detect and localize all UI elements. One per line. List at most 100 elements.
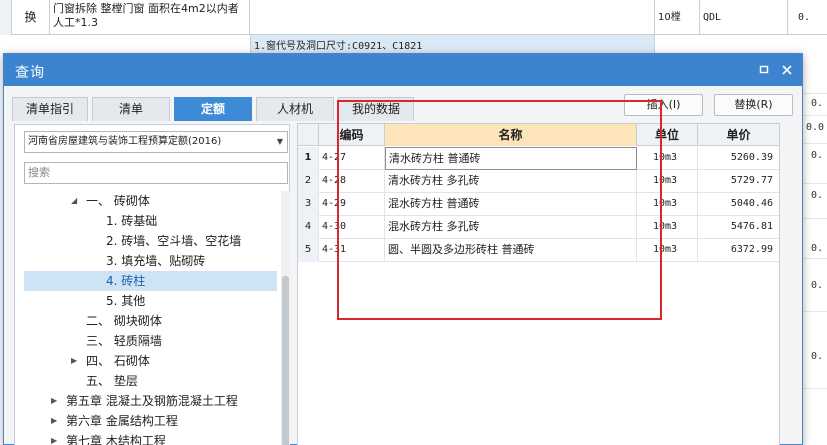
bg-value: 0. [811, 280, 824, 291]
name-cell[interactable]: 混水砖方柱 普通砖 [385, 193, 637, 216]
tree-node-label: 第七章 木结构工程 [66, 434, 166, 445]
bg-replace-cell[interactable]: 换 [12, 0, 50, 35]
price-cell[interactable]: 6372.99 [698, 239, 779, 262]
column-header-price[interactable]: 单价 [698, 124, 779, 146]
bg-value: 0. [811, 351, 824, 362]
name-cell[interactable]: 清水砖方柱 普通砖 [385, 147, 637, 170]
bg-qty-expr-cell[interactable]: QDL [700, 0, 788, 35]
tree-node[interactable]: ▶ 第六章 金属结构工程 [24, 411, 277, 431]
bg-description-cell[interactable]: 门窗拆除 整樘门窗 面积在4m2以内者 人工*1.3 [50, 0, 250, 35]
tree-node-selected[interactable]: 4. 砖柱 [24, 271, 277, 291]
tree-node-label: 一、 砖砌体 [86, 194, 150, 208]
dialog-titlebar[interactable]: 查询 [4, 54, 802, 86]
tree-node[interactable]: ▶ 四、 石砌体 [24, 351, 277, 371]
expand-right-icon[interactable]: ▶ [51, 411, 61, 431]
bg-value: 0. [811, 150, 824, 161]
expand-right-icon[interactable]: ▶ [51, 391, 61, 411]
scrollbar-thumb[interactable] [282, 276, 289, 445]
bg-qty-cell[interactable]: 0. [788, 0, 827, 35]
column-header-code[interactable]: 编码 [319, 124, 385, 146]
bg-feature-cell-selected[interactable]: 1.窗代号及洞口尺寸:C0921、C1821 [250, 35, 655, 53]
price-cell[interactable]: 5476.81 [698, 216, 779, 239]
insert-button[interactable]: 插入(I) [624, 94, 703, 116]
bg-feature-cell[interactable] [250, 0, 655, 35]
tab-list-guide[interactable]: 清单指引 [12, 97, 88, 121]
bg-value: 0.0 [806, 122, 825, 133]
unit-cell[interactable]: 10m3 [637, 193, 698, 216]
bg-divider [803, 143, 827, 144]
unit-cell[interactable]: 10m3 [637, 170, 698, 193]
bg-table-row: 1.窗代号及洞口尺寸:C0921、C1821 [0, 35, 827, 53]
unit-cell[interactable]: 10m3 [637, 239, 698, 262]
bg-value: 0. [811, 98, 824, 109]
tree-scrollbar[interactable] [281, 191, 290, 445]
chevron-down-icon[interactable]: ▼ [277, 132, 283, 152]
replace-button[interactable]: 替换(R) [714, 94, 793, 116]
bg-divider [803, 115, 827, 116]
table-row[interactable]: 4 4-30 混水砖方柱 多孔砖 10m3 5476.81 [298, 216, 779, 239]
tree-node[interactable]: 二、 砌块砌体 [24, 311, 277, 331]
table-row[interactable]: 2 4-28 清水砖方柱 多孔砖 10m3 5729.77 [298, 170, 779, 193]
dialog-title: 查询 [15, 65, 45, 81]
row-number: 3 [298, 193, 319, 216]
code-cell[interactable]: 4-27 [319, 147, 385, 170]
bg-unit-cell[interactable]: 10樘 [655, 0, 700, 35]
code-cell[interactable]: 4-29 [319, 193, 385, 216]
expand-right-icon[interactable]: ▶ [51, 431, 61, 445]
table-row[interactable]: 3 4-29 混水砖方柱 普通砖 10m3 5040.46 [298, 193, 779, 216]
name-cell[interactable]: 圆、半圆及多边形砖柱 普通砖 [385, 239, 637, 262]
tree-node-label: 五、 垫层 [86, 374, 138, 388]
expand-down-icon[interactable]: ◢ [71, 191, 81, 211]
tree-node[interactable]: 5. 其他 [24, 291, 277, 311]
bg-divider [803, 311, 827, 312]
tree-node[interactable]: ◢ 一、 砖砌体 [24, 191, 277, 211]
column-header-name[interactable]: 名称 [385, 124, 637, 146]
row-number: 1 [298, 147, 319, 170]
tree-node[interactable]: ▶ 第七章 木结构工程 [24, 431, 277, 445]
unit-cell[interactable]: 10m3 [637, 147, 698, 170]
tab-labor-material-machine[interactable]: 人材机 [256, 97, 334, 121]
unit-cell[interactable]: 10m3 [637, 216, 698, 239]
close-icon[interactable] [779, 62, 795, 78]
tree-node[interactable]: 三、 轻质隔墙 [24, 331, 277, 351]
quota-library-select[interactable]: 河南省房屋建筑与装饰工程预算定额(2016) ▼ [24, 131, 288, 153]
name-cell[interactable]: 清水砖方柱 多孔砖 [385, 170, 637, 193]
name-cell[interactable]: 混水砖方柱 多孔砖 [385, 216, 637, 239]
row-number: 2 [298, 170, 319, 193]
code-cell[interactable]: 4-28 [319, 170, 385, 193]
bg-divider [803, 218, 827, 219]
tab-bill-list[interactable]: 清单 [92, 97, 170, 121]
table-row[interactable]: 1 4-27 清水砖方柱 普通砖 10m3 5260.39 [298, 147, 779, 170]
bg-divider [803, 388, 827, 389]
price-cell[interactable]: 5040.46 [698, 193, 779, 216]
bg-right-column: 0. 0.0 0. 0. 0. 0. 0. [803, 53, 827, 445]
bg-table-row: 换 门窗拆除 整樘门窗 面积在4m2以内者 人工*1.3 10樘 QDL 0. [0, 0, 827, 35]
code-cell[interactable]: 4-31 [319, 239, 385, 262]
row-number: 4 [298, 216, 319, 239]
bg-row-header [0, 0, 12, 35]
code-cell[interactable]: 4-30 [319, 216, 385, 239]
table-row[interactable]: 5 4-31 圆、半圆及多边形砖柱 普通砖 10m3 6372.99 [298, 239, 779, 262]
bg-value: 0. [811, 190, 824, 201]
tree-node[interactable]: 2. 砖墙、空斗墙、空花墙 [24, 231, 277, 251]
price-cell[interactable]: 5260.39 [698, 147, 779, 170]
bg-value: 0. [811, 243, 824, 254]
tree-node-label: 5. 其他 [106, 294, 146, 308]
column-header-unit[interactable]: 单位 [637, 124, 698, 146]
bg-divider [803, 258, 827, 259]
table-header: 编码 名称 单位 单价 [298, 124, 779, 146]
tree-node-label: 4. 砖柱 [106, 274, 146, 288]
price-cell[interactable]: 5729.77 [698, 170, 779, 193]
tree-node[interactable]: 1. 砖基础 [24, 211, 277, 231]
tree-node-label: 四、 石砌体 [86, 354, 150, 368]
search-input[interactable]: 搜索 [24, 162, 288, 184]
tab-my-data[interactable]: 我的数据 [338, 97, 414, 121]
tree-node[interactable]: 五、 垫层 [24, 371, 277, 391]
tree-node[interactable]: 3. 填充墙、贴砌砖 [24, 251, 277, 271]
bg-divider [803, 183, 827, 184]
chapter-tree: ◢ 一、 砖砌体 1. 砖基础 2. 砖墙、空斗墙、空花墙 3. 填充墙、贴砌砖… [24, 191, 279, 445]
maximize-icon[interactable] [756, 62, 772, 78]
tab-quota[interactable]: 定额 [174, 97, 252, 121]
tree-node[interactable]: ▶ 第五章 混凝土及钢筋混凝土工程 [24, 391, 277, 411]
expand-right-icon[interactable]: ▶ [71, 351, 81, 371]
